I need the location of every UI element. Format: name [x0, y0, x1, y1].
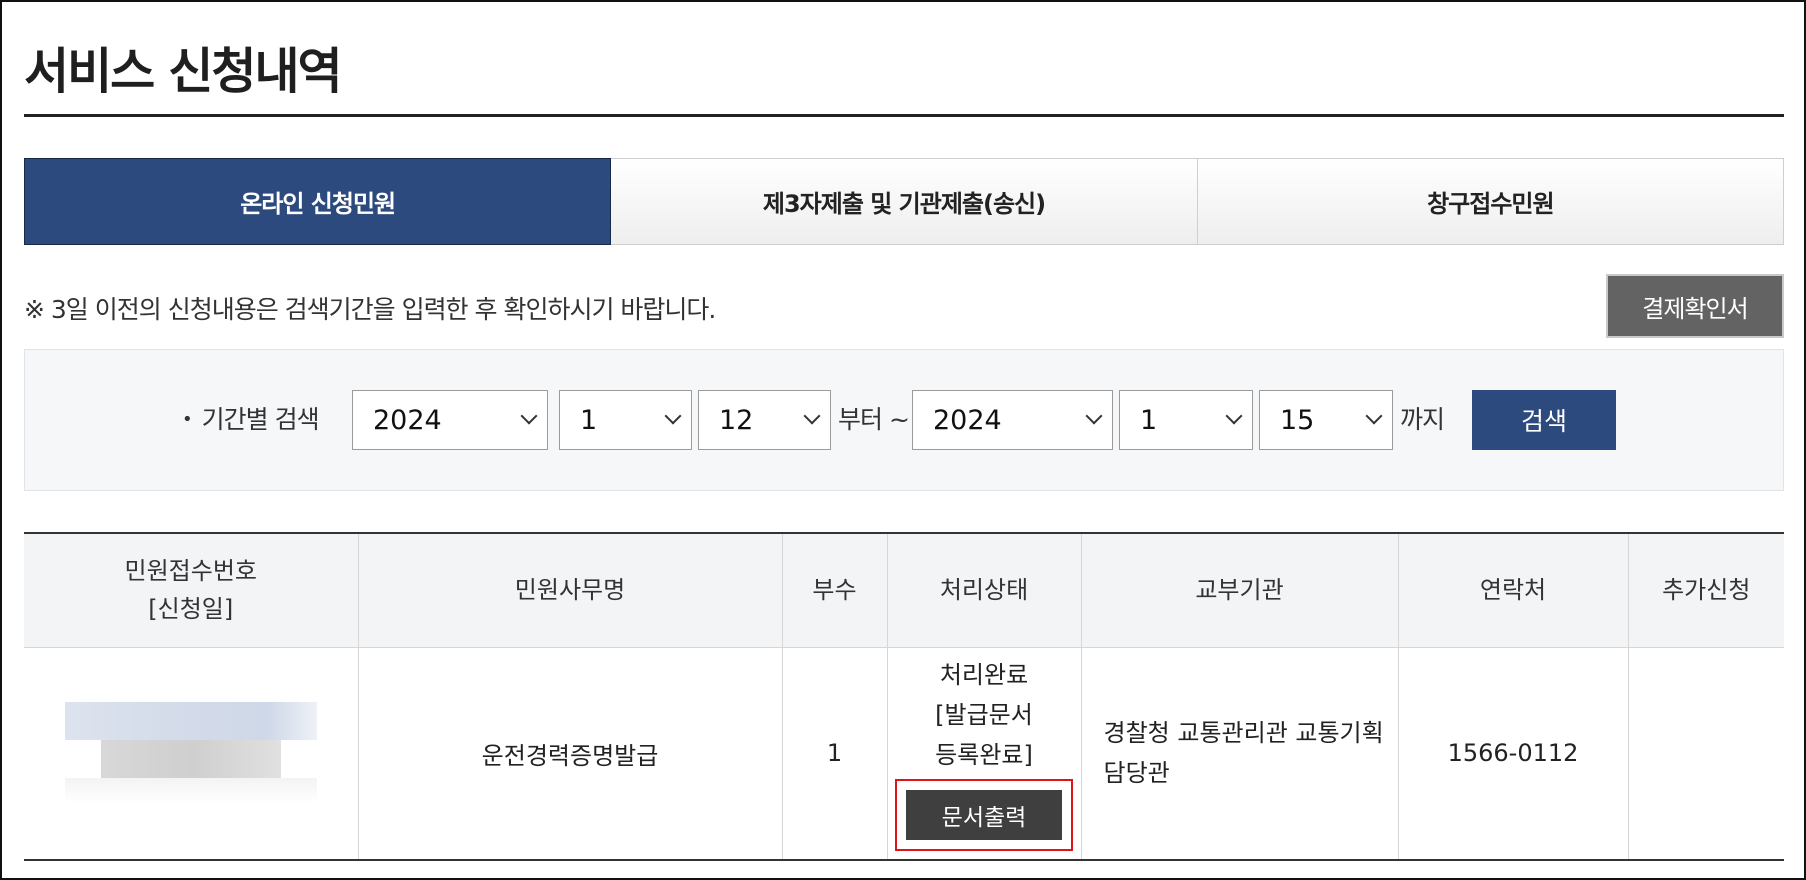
header-contact: 연락처 — [1398, 533, 1629, 648]
cell-copies: 1 — [782, 647, 888, 860]
from-day-select[interactable]: 12 — [698, 390, 831, 450]
bullet-icon: • — [182, 409, 193, 430]
redacted-receipt-number — [64, 702, 317, 805]
payment-receipt-button[interactable]: 결제확인서 — [1606, 274, 1784, 338]
from-month-value: 1 — [580, 404, 598, 436]
header-issuing-agency: 교부기관 — [1081, 533, 1399, 648]
to-day-select[interactable]: 15 — [1259, 390, 1393, 450]
from-suffix-label: 부터 ~ — [838, 405, 910, 434]
cell-issuing-agency: 경찰청 교통관리관 교통기획 담당관 — [1081, 647, 1399, 860]
chevron-down-icon — [1365, 407, 1383, 425]
title-divider — [24, 114, 1784, 117]
search-period-notice: ※ 3일 이전의 신청내용은 검색기간을 입력한 후 확인하시기 바랍니다. — [24, 295, 716, 324]
cell-service-name: 운전경력증명발급 — [358, 647, 783, 860]
cell-receipt-number — [24, 647, 359, 860]
print-document-button[interactable]: 문서출력 — [906, 790, 1062, 841]
period-search-label: • 기간별 검색 — [182, 400, 320, 436]
to-suffix-label: 까지 — [1400, 405, 1445, 434]
to-year-select[interactable]: 2024 — [912, 390, 1113, 450]
table-header-row: 민원접수번호 [신청일] 민원사무명 부수 처리상태 교부기관 연락처 추가신청 — [24, 533, 1784, 648]
cell-contact: 1566-0112 — [1398, 647, 1629, 860]
period-search-label-text: 기간별 검색 — [201, 405, 320, 434]
to-day-value: 15 — [1280, 404, 1315, 436]
chevron-down-icon — [1085, 407, 1103, 425]
cell-status: 처리완료 [발급문서 등록완료] 문서출력 — [887, 647, 1082, 860]
chevron-down-icon — [664, 407, 682, 425]
from-year-value: 2024 — [373, 404, 442, 436]
tab-online-applications[interactable]: 온라인 신청민원 — [24, 158, 612, 245]
from-month-select[interactable]: 1 — [559, 390, 692, 450]
application-history-table: 민원접수번호 [신청일] 민원사무명 부수 처리상태 교부기관 연락처 추가신청 — [24, 532, 1784, 861]
tab-counter-applications[interactable]: 창구접수민원 — [1197, 158, 1784, 245]
cell-additional-request — [1628, 647, 1784, 860]
table-row: 운전경력증명발급 1 처리완료 [발급문서 등록완료] 문서출력 경찰청 교통관… — [24, 647, 1784, 860]
period-search-panel: • 기간별 검색 2024 1 12 부터 ~ 2024 1 15 까지 검색 — [24, 349, 1784, 491]
header-copies: 부수 — [782, 533, 888, 648]
from-day-value: 12 — [719, 404, 754, 436]
chevron-down-icon — [1225, 407, 1243, 425]
to-month-value: 1 — [1140, 404, 1158, 436]
header-receipt-number: 민원접수번호 [신청일] — [24, 533, 359, 648]
page-frame: 서비스 신청내역 온라인 신청민원 제3자제출 및 기관제출(송신) 창구접수민… — [0, 0, 1806, 880]
header-additional-request: 추가신청 — [1628, 533, 1784, 648]
page-title: 서비스 신청내역 — [24, 43, 343, 100]
to-year-value: 2024 — [933, 404, 1002, 436]
search-button[interactable]: 검색 — [1472, 390, 1616, 450]
header-status: 처리상태 — [887, 533, 1082, 648]
print-button-highlight: 문서출력 — [895, 779, 1073, 852]
header-service-name: 민원사무명 — [358, 533, 783, 648]
tab-third-party-submission[interactable]: 제3자제출 및 기관제출(송신) — [611, 158, 1198, 245]
tab-bar: 온라인 신청민원 제3자제출 및 기관제출(송신) 창구접수민원 — [24, 158, 1784, 245]
to-month-select[interactable]: 1 — [1119, 390, 1253, 450]
chevron-down-icon — [520, 407, 538, 425]
status-text: 처리완료 [발급문서 등록완료] — [935, 661, 1033, 770]
from-year-select[interactable]: 2024 — [352, 390, 548, 450]
chevron-down-icon — [803, 407, 821, 425]
